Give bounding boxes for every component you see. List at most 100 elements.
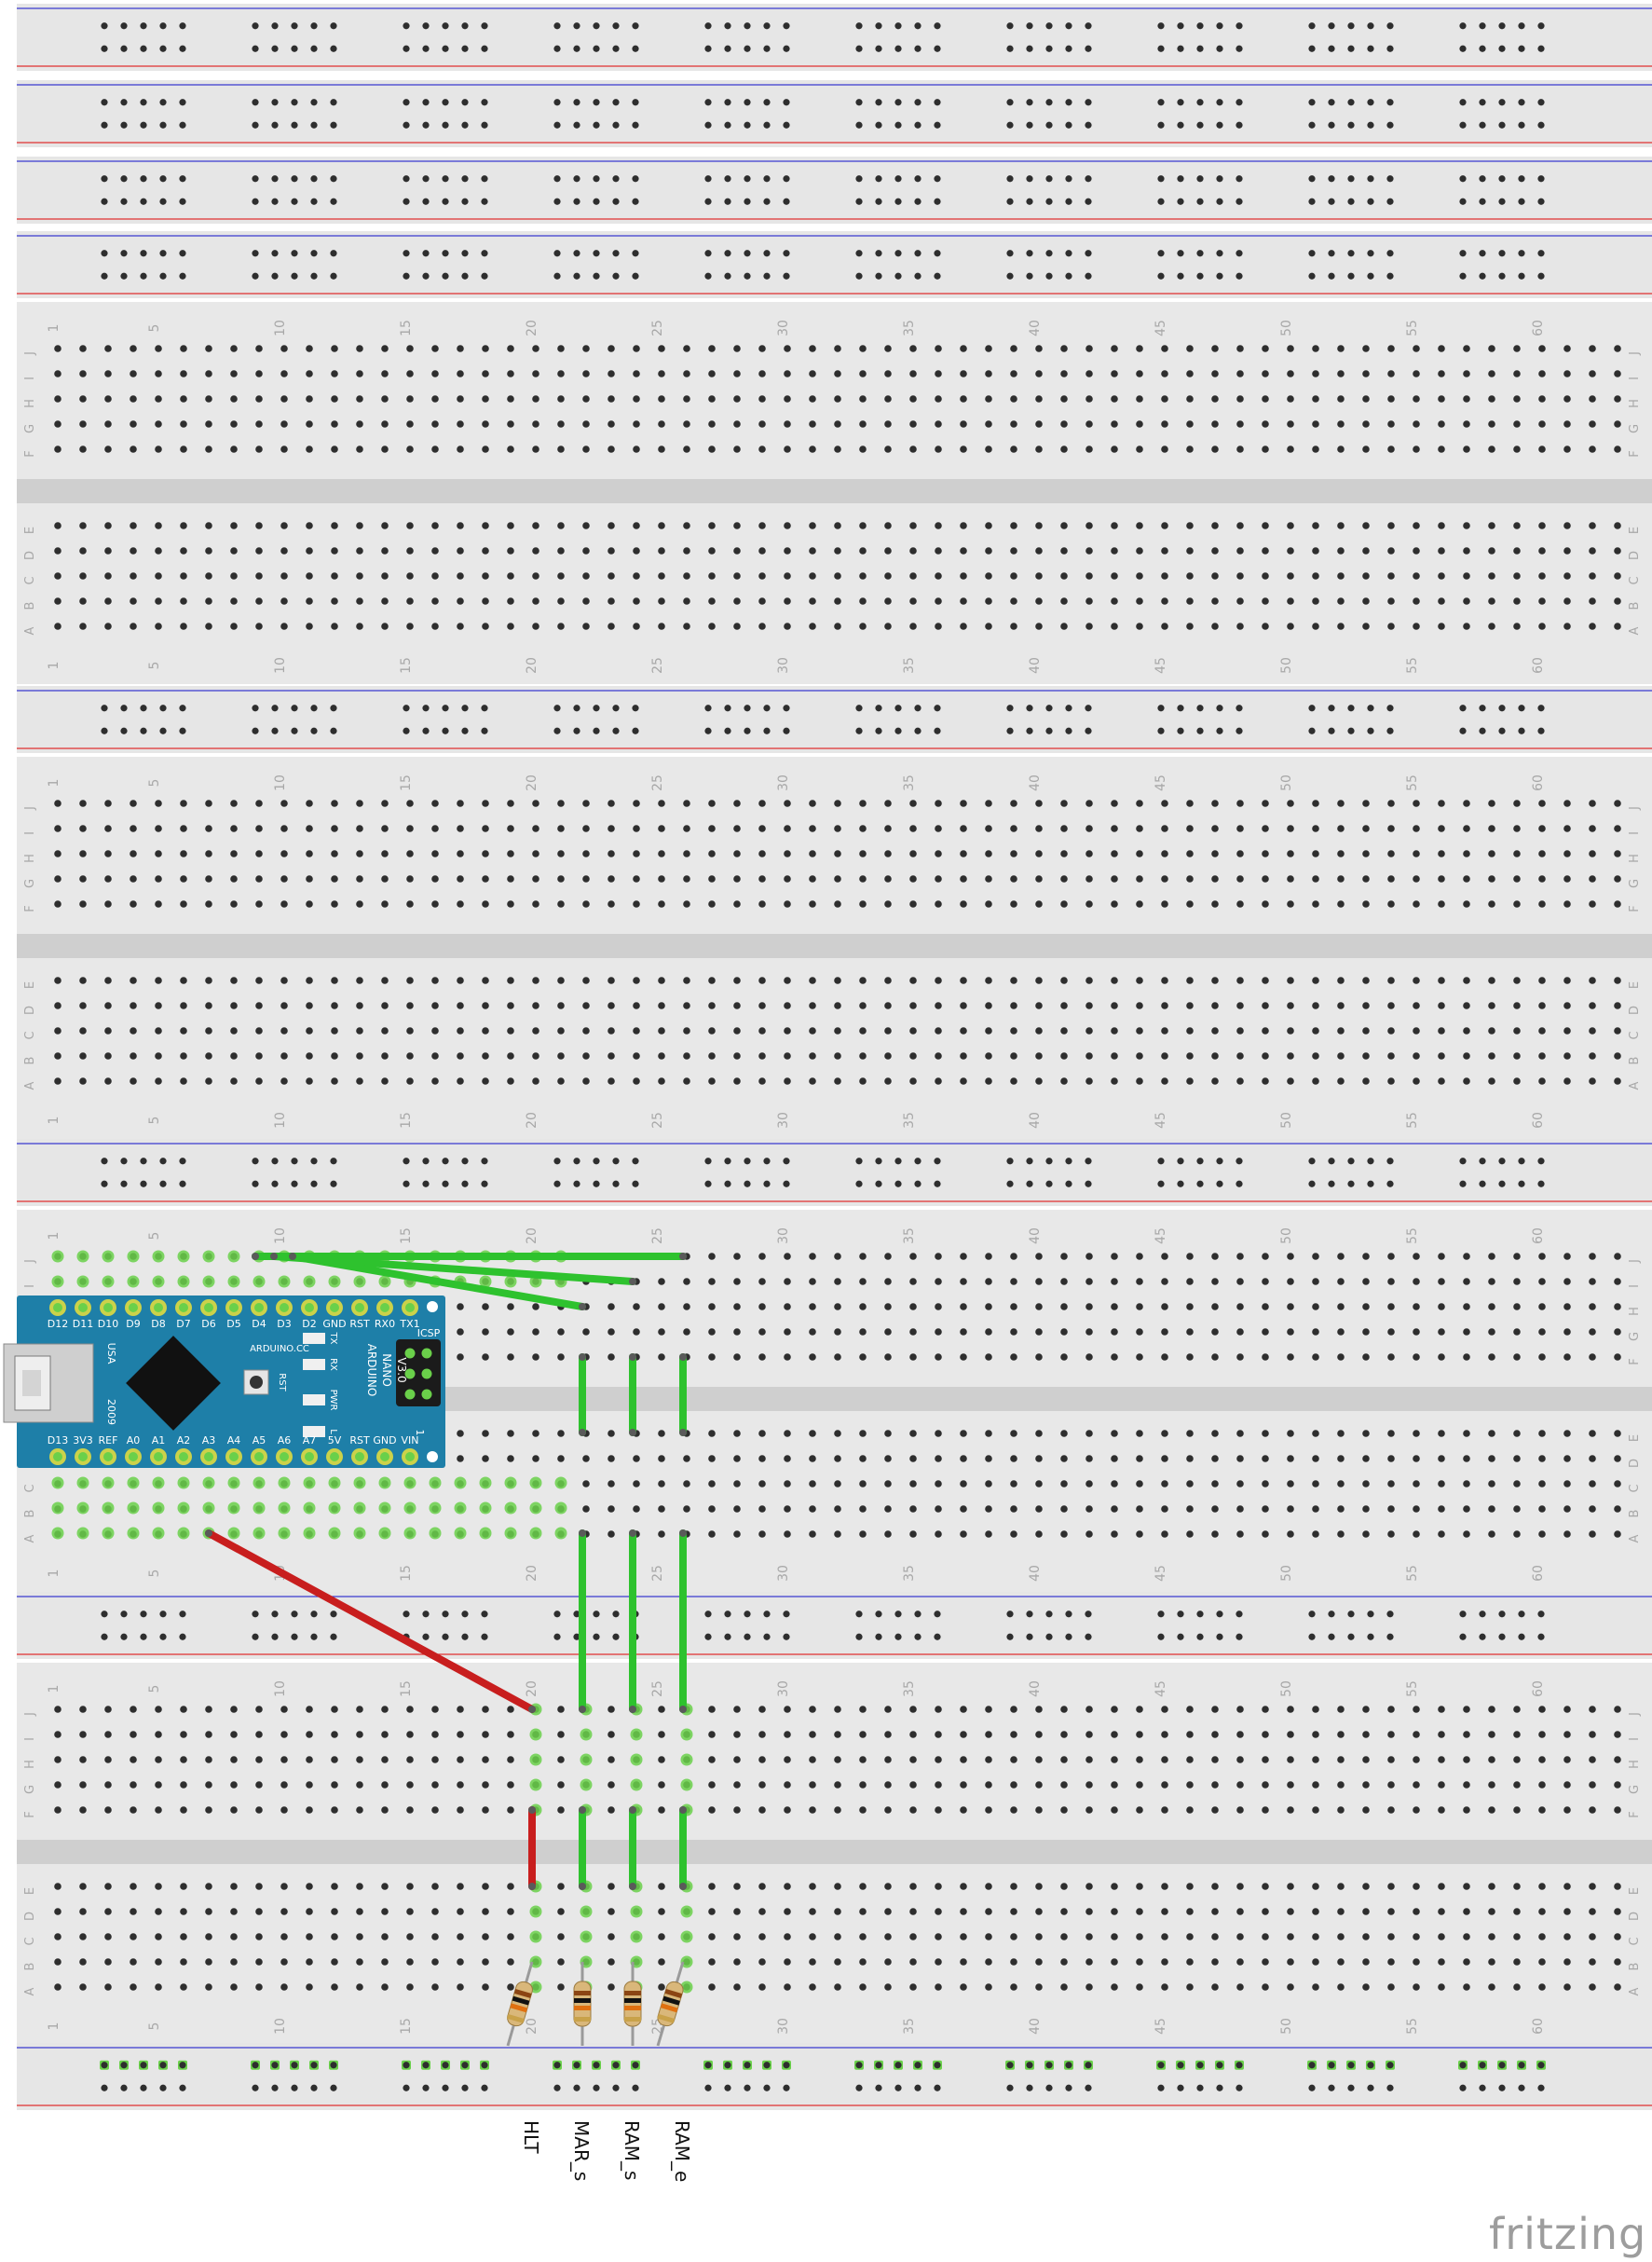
hole[interactable] (1035, 1908, 1043, 1915)
hole[interactable] (431, 522, 439, 529)
hole[interactable] (935, 446, 942, 453)
hole[interactable] (859, 1430, 867, 1437)
rail-hole[interactable] (1308, 121, 1316, 129)
hole[interactable] (280, 1077, 288, 1085)
hole[interactable] (1085, 1806, 1093, 1814)
hole[interactable] (985, 850, 992, 857)
hole[interactable] (1589, 1731, 1596, 1738)
hole[interactable] (54, 1883, 61, 1890)
rail-hole[interactable] (1177, 45, 1184, 52)
hole[interactable] (935, 623, 942, 630)
hole[interactable] (633, 800, 640, 807)
hole[interactable] (507, 1027, 514, 1035)
hole[interactable] (255, 1933, 263, 1940)
rail-hole[interactable] (724, 198, 731, 205)
hole[interactable] (1413, 1530, 1420, 1538)
hole[interactable] (104, 395, 112, 403)
hole[interactable] (708, 1756, 716, 1763)
hole[interactable] (155, 547, 162, 555)
hole[interactable] (708, 1505, 716, 1513)
hole[interactable] (104, 1781, 112, 1789)
rail-hole[interactable] (403, 175, 410, 183)
hole[interactable] (1085, 370, 1093, 377)
hole[interactable] (54, 420, 61, 428)
rail-hole[interactable] (442, 272, 449, 280)
rail-hole[interactable] (442, 705, 449, 712)
hole[interactable] (1236, 547, 1244, 555)
hole[interactable] (1488, 1278, 1495, 1285)
rail-hole[interactable] (291, 1180, 298, 1187)
hole[interactable] (406, 1781, 414, 1789)
hole[interactable] (1337, 572, 1345, 580)
rail-hole[interactable] (120, 99, 128, 106)
rail-hole[interactable] (553, 2084, 561, 2091)
hole[interactable] (1488, 977, 1495, 984)
hole[interactable] (1387, 1278, 1395, 1285)
hole[interactable] (1488, 1933, 1495, 1940)
hole[interactable] (331, 1983, 338, 1991)
hole[interactable] (733, 1303, 741, 1310)
hole[interactable] (960, 547, 967, 555)
hole[interactable] (356, 1883, 363, 1890)
rail-hole[interactable] (1157, 175, 1165, 183)
hole[interactable] (859, 1933, 867, 1940)
hole[interactable] (985, 1278, 992, 1285)
hole[interactable] (1035, 1781, 1043, 1789)
hole[interactable] (758, 1253, 766, 1260)
hole[interactable] (834, 1731, 841, 1738)
rail-hole[interactable] (1065, 727, 1072, 734)
hole[interactable] (130, 825, 137, 832)
rail-hole[interactable] (744, 727, 751, 734)
rail-hole[interactable] (422, 250, 430, 257)
hole[interactable] (683, 370, 690, 377)
rail-hole[interactable] (179, 1633, 186, 1640)
rail-hole[interactable] (1479, 1633, 1486, 1640)
hole[interactable] (733, 1077, 741, 1085)
hole[interactable] (507, 800, 514, 807)
rail-hole[interactable] (704, 2062, 712, 2069)
hole[interactable] (1136, 1430, 1143, 1437)
hole[interactable] (54, 623, 61, 630)
hole[interactable] (909, 1933, 917, 1940)
hole[interactable] (1413, 1781, 1420, 1789)
hole[interactable] (104, 875, 112, 883)
hole[interactable] (834, 1328, 841, 1336)
hole[interactable] (1186, 522, 1194, 529)
rail-hole[interactable] (783, 175, 790, 183)
hole[interactable] (1413, 345, 1420, 352)
hole[interactable] (658, 1756, 665, 1763)
rail-hole[interactable] (120, 705, 128, 712)
rail-hole[interactable] (1537, 1158, 1545, 1165)
top-pin[interactable] (380, 1303, 389, 1312)
rail-hole[interactable] (1386, 2084, 1394, 2091)
hole[interactable] (658, 977, 665, 984)
rail-hole[interactable] (403, 250, 410, 257)
hole[interactable] (230, 1883, 238, 1890)
hole[interactable] (1362, 875, 1370, 883)
rail-hole[interactable] (744, 2084, 751, 2091)
hole[interactable] (1236, 1253, 1244, 1260)
hole[interactable] (381, 1958, 389, 1966)
hole[interactable] (1538, 1002, 1546, 1009)
hole[interactable] (180, 446, 187, 453)
rail-hole[interactable] (1518, 1633, 1525, 1640)
hole[interactable] (431, 1883, 439, 1890)
hole[interactable] (1236, 1781, 1244, 1789)
hole[interactable] (532, 370, 539, 377)
hole[interactable] (1010, 977, 1017, 984)
rail-hole[interactable] (934, 2062, 941, 2069)
rail-hole[interactable] (1065, 198, 1072, 205)
hole[interactable] (1010, 395, 1017, 403)
rail-hole[interactable] (783, 99, 790, 106)
hole[interactable] (1211, 1505, 1219, 1513)
rail-hole[interactable] (101, 1158, 108, 1165)
hole[interactable] (155, 1983, 162, 1991)
hole[interactable] (1538, 1933, 1546, 1940)
hole[interactable] (1161, 900, 1168, 908)
rail-hole[interactable] (1498, 99, 1506, 106)
bottom-pin[interactable] (204, 1452, 213, 1461)
hole[interactable] (1236, 1806, 1244, 1814)
rail-hole[interactable] (461, 1611, 469, 1618)
hole[interactable] (633, 900, 640, 908)
hole[interactable] (884, 1983, 892, 1991)
